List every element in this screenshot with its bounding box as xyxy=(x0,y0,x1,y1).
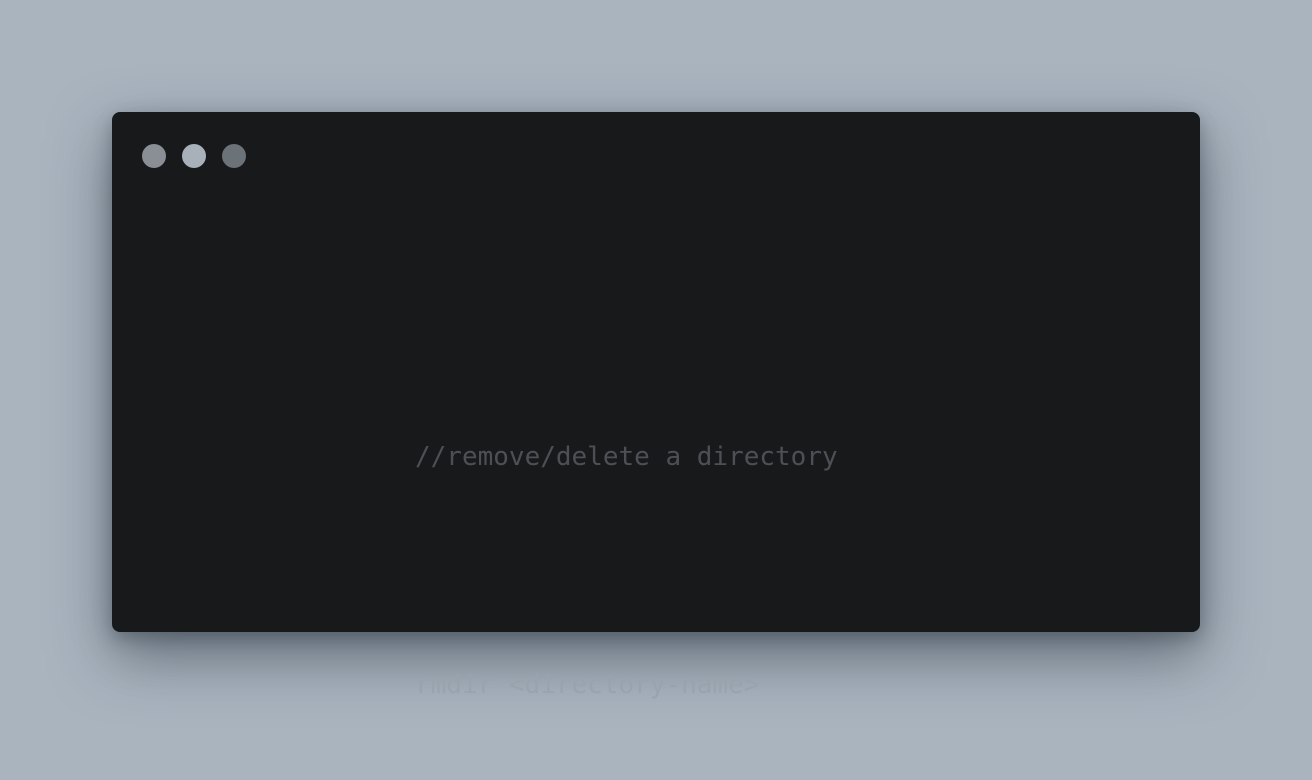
code-block: //remove/delete a directory rmdir <direc… xyxy=(415,362,838,780)
code-window: //remove/delete a directory rmdir <direc… xyxy=(112,112,1200,700)
window-controls xyxy=(142,144,246,168)
maximize-dot-icon[interactable] xyxy=(222,144,246,168)
close-dot-icon[interactable] xyxy=(142,144,166,168)
minimize-dot-icon[interactable] xyxy=(182,144,206,168)
code-comment: //remove/delete a directory xyxy=(415,442,838,472)
code-command: rmdir <directory-name> xyxy=(415,670,760,700)
